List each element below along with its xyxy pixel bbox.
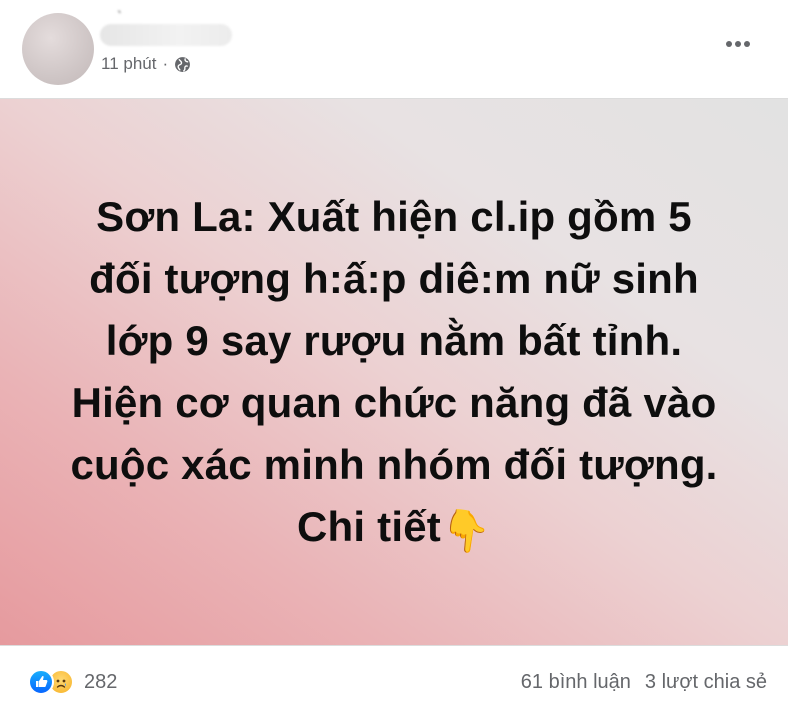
- post-time[interactable]: 11 phút: [101, 54, 156, 74]
- post-text-background[interactable]: Sơn La: Xuất hiện cl.ip gồm 5 đối tượng …: [0, 98, 788, 646]
- more-horizontal-icon: [726, 41, 732, 47]
- post-footer: 282 61 bình luận 3 lượt chia sẻ: [0, 646, 788, 708]
- backhand-index-pointing-down-icon: 👇: [438, 506, 494, 557]
- post-text-line: Sơn La: Xuất hiện cl.ip gồm 5: [96, 192, 692, 240]
- post-text-line: Chi tiết: [297, 502, 441, 550]
- avatar[interactable]: [22, 13, 94, 85]
- author-name[interactable]: ̀: [100, 24, 232, 46]
- reaction-count: 282: [84, 670, 118, 693]
- meta-separator: ·: [162, 54, 169, 73]
- comments-count-link[interactable]: 61 bình luận: [521, 671, 631, 694]
- shares-count-link[interactable]: 3 lượt chia sẻ: [645, 671, 767, 694]
- post-text: Sơn La: Xuất hiện cl.ip gồm 5 đối tượng …: [34, 186, 754, 563]
- more-options-button[interactable]: [724, 34, 752, 54]
- post-text-line: cuộc xác minh nhóm đối tượng.: [70, 440, 718, 488]
- engagement-stats: 61 bình luận 3 lượt chia sẻ: [521, 671, 767, 694]
- post-meta: 11 phút ·: [101, 54, 191, 74]
- like-icon: [28, 669, 54, 695]
- globe-icon[interactable]: [174, 56, 191, 73]
- post-text-line: Hiện cơ quan chức năng đã vào: [71, 378, 717, 426]
- post-text-line-last: Chi tiết👇: [34, 496, 754, 563]
- post-text-line: lớp 9 say rượu nằm bất tỉnh.: [105, 316, 683, 364]
- post-text-line: đối tượng h:ấ:p diê:m nữ sinh: [89, 254, 699, 302]
- reactions-summary[interactable]: 282: [28, 669, 117, 695]
- post-header: ̀ 11 phút ·: [0, 0, 788, 98]
